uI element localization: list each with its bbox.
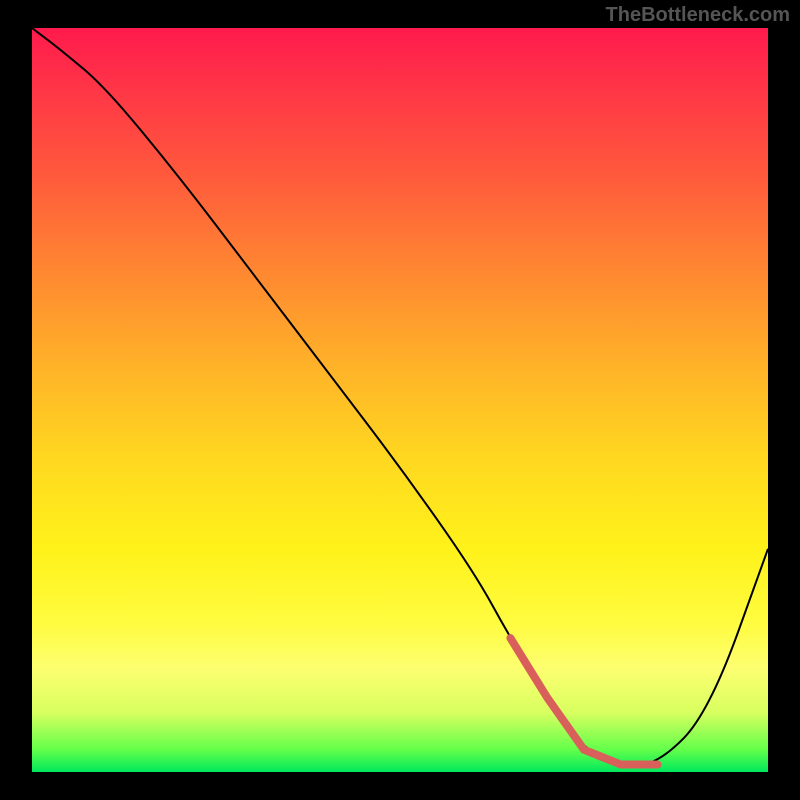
chart-svg [32, 28, 768, 772]
chart-plot-area [32, 28, 768, 772]
watermark-text: TheBottleneck.com [606, 4, 790, 27]
bottleneck-curve-line [32, 28, 768, 765]
optimal-range-marker [510, 638, 657, 764]
